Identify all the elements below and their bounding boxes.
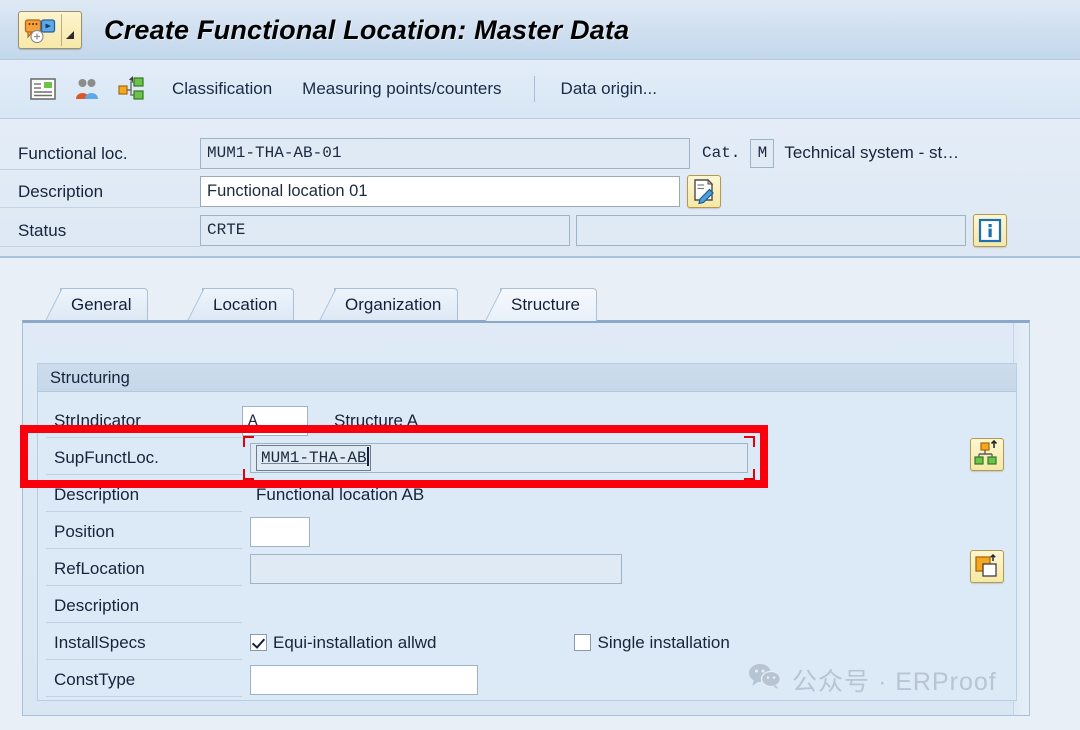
menu-button-divider — [61, 14, 62, 46]
status-label: Status — [0, 214, 200, 247]
category-input[interactable]: M — [750, 138, 775, 168]
sup-description-label: Description — [46, 478, 242, 512]
tab-location[interactable]: Location — [187, 288, 295, 321]
wechat-icon — [748, 663, 782, 697]
info-icon[interactable] — [973, 213, 1007, 247]
tab-strip: General Location Organization Structure — [22, 288, 1032, 322]
position-input[interactable] — [250, 516, 310, 547]
equi-installation-label: Equi-installation allwd — [273, 632, 437, 652]
sup-description-row: Description Functional location AB — [46, 476, 1010, 513]
watermark: 公众号 · ERProof — [748, 662, 997, 698]
header-fields-area: Functional loc. MUM1-THA-AB-01 Cat. M Te… — [0, 119, 1080, 258]
tab-general-label: General — [71, 295, 132, 314]
toolbar-divider — [533, 76, 535, 102]
ref-description-label: Description — [46, 589, 242, 623]
structure-tab-panel: Structuring StrIndicator A Structure A S… — [22, 320, 1030, 716]
structure-hierarchy-button-icon[interactable] — [970, 438, 1004, 471]
status-input[interactable]: CRTE — [200, 214, 570, 246]
functional-location-row: Functional loc. MUM1-THA-AB-01 Cat. M Te… — [0, 135, 1080, 171]
details-list-icon[interactable] — [28, 74, 58, 104]
structure-hierarchy-icon[interactable] — [116, 74, 146, 104]
install-specs-row: InstallSpecs Equi-installation allwd Sin… — [46, 624, 1010, 661]
page-title: Create Functional Location: Master Data — [104, 14, 630, 45]
const-type-label: ConstType — [46, 663, 242, 697]
long-text-edit-icon[interactable] — [687, 174, 721, 208]
watermark-text: 公众号 · ERProof — [792, 668, 997, 696]
tab-location-label: Location — [213, 295, 278, 314]
str-indicator-row: StrIndicator A Structure A — [46, 402, 1010, 439]
sap-menu-button[interactable] — [18, 11, 82, 49]
position-row: Position — [46, 513, 1010, 550]
functional-loc-input[interactable]: MUM1-THA-AB-01 — [200, 137, 690, 169]
ref-location-label: RefLocation — [46, 552, 242, 586]
position-label: Position — [46, 515, 242, 549]
sup-funct-loc-focus-frame: MUM1-THA-AB — [243, 435, 755, 480]
copy-reference-icon[interactable] — [970, 550, 1004, 583]
str-indicator-label: StrIndicator — [46, 404, 242, 438]
description-input[interactable]: Functional location 01 — [200, 175, 680, 207]
partners-people-icon[interactable] — [72, 74, 102, 104]
description-row: Description Functional location 01 — [0, 173, 1080, 209]
category-label: Cat. — [702, 144, 741, 162]
structuring-group: Structuring StrIndicator A Structure A S… — [37, 363, 1017, 701]
ref-location-input[interactable] — [250, 553, 622, 584]
sup-funct-loc-field-box[interactable]: MUM1-THA-AB — [250, 442, 748, 473]
tab-structure[interactable]: Structure — [485, 288, 597, 321]
ref-description-row: Description — [46, 587, 1010, 624]
sup-funct-loc-row: SupFunctLoc. MUM1-THA-AB — [46, 435, 1010, 480]
status-row: Status CRTE — [0, 212, 1080, 248]
sup-funct-loc-input[interactable]: MUM1-THA-AB — [256, 444, 371, 471]
tab-organization-label: Organization — [345, 295, 442, 314]
application-toolbar: Classification Measuring points/counters… — [0, 60, 1080, 119]
equi-installation-checkbox[interactable] — [250, 634, 267, 651]
sup-funct-loc-value: MUM1-THA-AB — [261, 448, 367, 467]
category-description: Technical system - st… — [784, 143, 960, 162]
const-type-input[interactable] — [250, 664, 478, 695]
single-installation-checkbox[interactable] — [574, 634, 592, 651]
str-indicator-input[interactable]: A — [242, 405, 308, 436]
tab-structure-label: Structure — [511, 295, 580, 314]
ref-location-row: RefLocation — [46, 550, 1010, 587]
chevron-down-icon[interactable] — [66, 31, 74, 39]
toolbar-item-classification[interactable]: Classification — [172, 79, 272, 99]
status-secondary-input[interactable] — [576, 214, 966, 246]
window-title-bar: Create Functional Location: Master Data — [0, 0, 1080, 60]
single-installation-label: Single installation — [597, 632, 730, 652]
functional-loc-label: Functional loc. — [0, 137, 200, 170]
toolbar-item-data-origin[interactable]: Data origin... — [561, 79, 657, 99]
description-label: Description — [0, 175, 200, 208]
toolbar-item-measuring-points[interactable]: Measuring points/counters — [302, 79, 501, 99]
sup-description-value: Functional location AB — [256, 484, 425, 504]
structuring-group-title: Structuring — [38, 364, 1016, 392]
tab-general[interactable]: General — [45, 288, 149, 321]
str-indicator-text: Structure A — [334, 410, 419, 430]
sup-funct-loc-label: SupFunctLoc. — [46, 441, 242, 475]
text-cursor — [366, 446, 369, 466]
tab-organization[interactable]: Organization — [319, 288, 459, 321]
focus-corner-top-right — [744, 435, 755, 447]
install-specs-label: InstallSpecs — [46, 626, 242, 660]
focus-corner-top-left — [243, 435, 254, 447]
sap-menu-icon — [24, 18, 58, 44]
